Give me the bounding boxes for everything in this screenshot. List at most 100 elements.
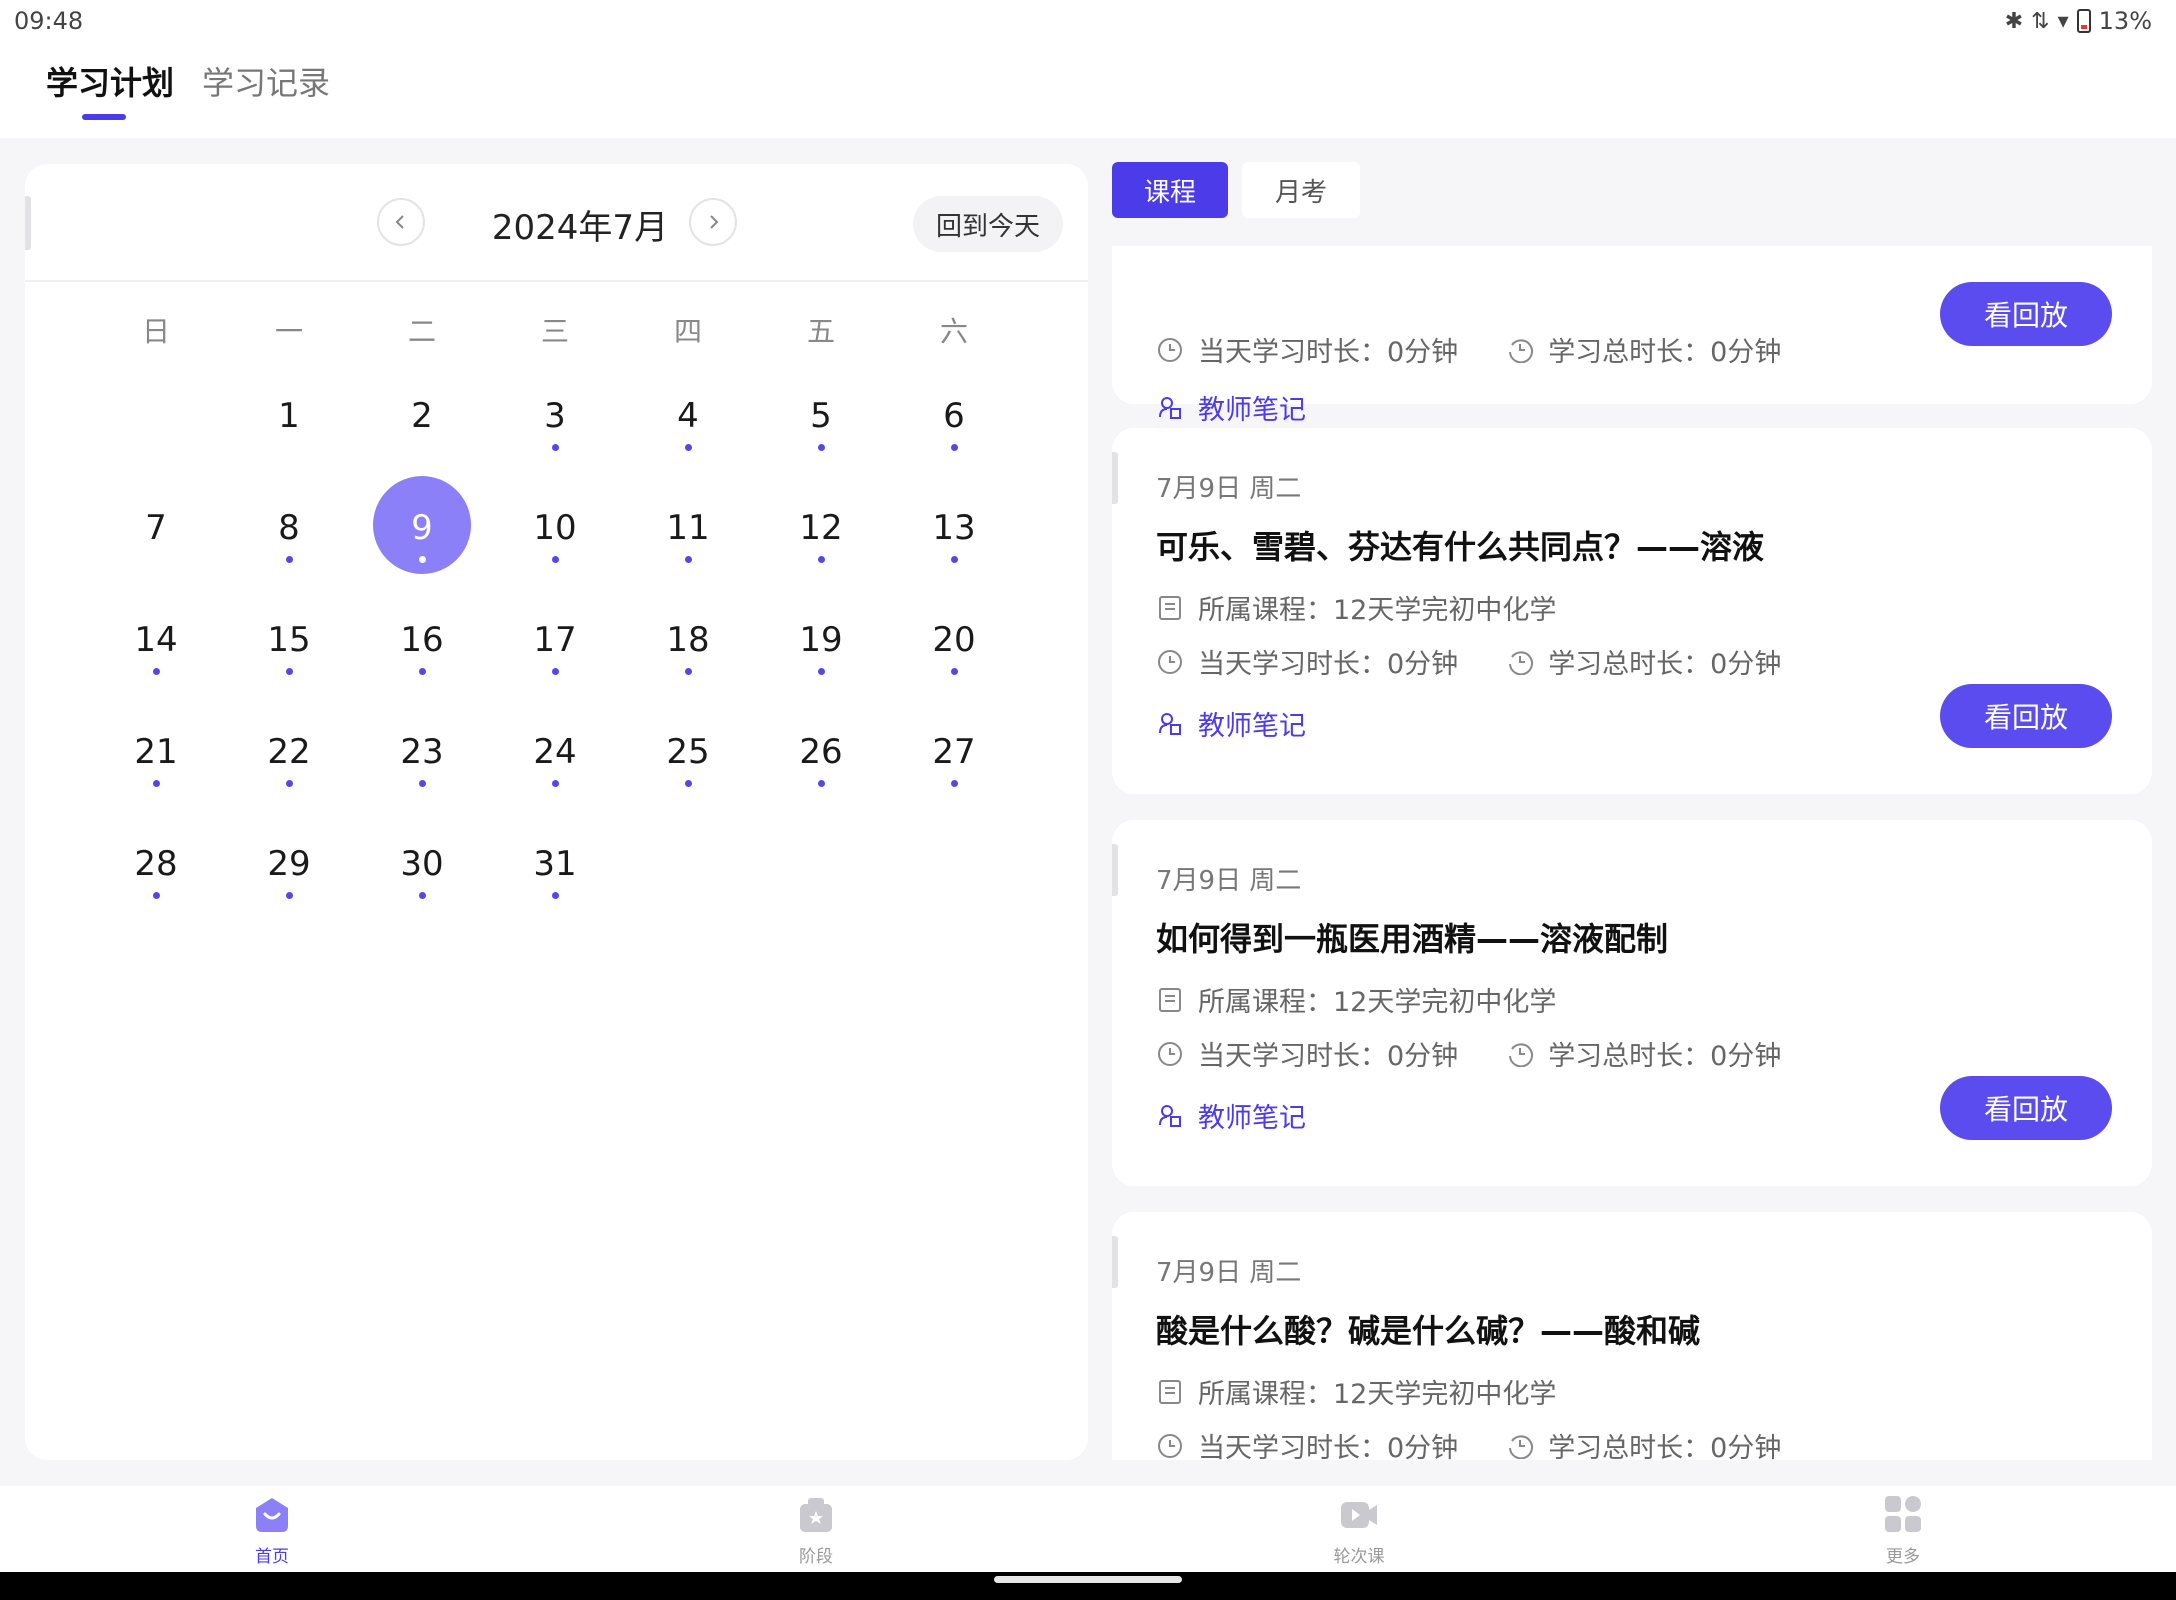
calendar-day[interactable]: 13 — [899, 508, 1009, 608]
day-number: 29 — [267, 844, 311, 884]
calendar-day[interactable]: 8 — [234, 508, 344, 608]
calendar-day[interactable]: 23 — [367, 732, 477, 832]
calendar-day[interactable]: 6 — [899, 396, 1009, 496]
calendar-day[interactable]: 27 — [899, 732, 1009, 832]
calendar-day[interactable]: 21 — [101, 732, 211, 832]
calendar-day[interactable]: 31 — [500, 844, 610, 944]
day-number: 6 — [943, 396, 965, 436]
course-name: 所属课程：12天学完初中化学 — [1198, 987, 1557, 1018]
lesson-title[interactable]: 如何得到一瓶医用酒精——溶液配制 — [1156, 914, 1668, 960]
calendar-day[interactable]: 15 — [234, 620, 344, 720]
grid-icon — [1881, 1492, 1925, 1536]
home-indicator[interactable] — [994, 1576, 1182, 1583]
has-lesson-dot — [951, 780, 958, 787]
calendar-day[interactable]: 30 — [367, 844, 477, 944]
nav-more-label: 更多 — [1886, 1547, 1920, 1567]
notes-icon — [1156, 1102, 1184, 1130]
tab-courses[interactable]: 课程 — [1112, 162, 1228, 218]
status-time: 09:48 — [14, 7, 84, 35]
day-number: 25 — [666, 732, 710, 772]
calendar-day[interactable]: 5 — [766, 396, 876, 496]
calendar-day[interactable]: 28 — [101, 844, 211, 944]
weekday-label: 一 — [274, 315, 303, 348]
teacher-notes-label: 教师笔记 — [1198, 1103, 1306, 1134]
calendar-day[interactable]: 16 — [367, 620, 477, 720]
calendar-day[interactable]: 4 — [633, 396, 743, 496]
wifi-icon: ▾ — [2057, 8, 2069, 34]
document-icon — [1156, 1378, 1184, 1406]
day-study-time: 当天学习时长：0分钟 — [1198, 1433, 1459, 1460]
nav-more[interactable]: 更多 — [1843, 1492, 1963, 1567]
nav-home[interactable]: 首页 — [212, 1492, 332, 1567]
day-number: 20 — [932, 620, 976, 660]
has-lesson-dot — [685, 556, 692, 563]
day-number: 27 — [932, 732, 976, 772]
calendar-day-selected[interactable]: 9 — [367, 476, 477, 608]
has-lesson-dot — [552, 556, 559, 563]
status-bar: 09:48 ✱ ⇅ ▾ 13% — [0, 0, 2176, 42]
tab-monthly-exam[interactable]: 月考 — [1242, 162, 1360, 218]
calendar-day[interactable]: 17 — [500, 620, 610, 720]
has-lesson-dot — [153, 780, 160, 787]
prev-month-button[interactable] — [377, 198, 425, 246]
history-icon — [1506, 336, 1534, 364]
replay-button[interactable]: 看回放 — [1940, 684, 2112, 748]
notes-icon — [1156, 710, 1184, 738]
month-title: 2024年7月 — [491, 208, 669, 248]
nav-round-course[interactable]: 轮次课 — [1299, 1492, 1419, 1567]
has-lesson-dot — [818, 556, 825, 563]
calendar-day[interactable]: 18 — [633, 620, 743, 720]
back-to-today-button[interactable]: 回到今天 — [913, 196, 1063, 252]
calendar-day[interactable]: 14 — [101, 620, 211, 720]
tab-study-plan[interactable]: 学习计划 — [46, 58, 174, 104]
has-lesson-dot — [685, 668, 692, 675]
lesson-title[interactable]: 可乐、雪碧、芬达有什么共同点？——溶液 — [1156, 522, 1764, 568]
calendar-day[interactable]: 10 — [500, 508, 610, 608]
lesson-date: 7月9日 周二 — [1156, 866, 1302, 896]
calendar-day[interactable]: 25 — [633, 732, 743, 832]
teacher-notes-link[interactable]: 教师笔记 — [1156, 1096, 1306, 1135]
battery-level: 13% — [2098, 7, 2152, 35]
total-study-time: 学习总时长：0分钟 — [1548, 1433, 1782, 1460]
day-number: 3 — [544, 396, 566, 436]
next-month-button[interactable] — [689, 198, 737, 246]
has-lesson-dot — [552, 892, 559, 899]
nav-stage-label: 阶段 — [799, 1547, 833, 1567]
has-lesson-dot — [286, 780, 293, 787]
replay-button[interactable]: 看回放 — [1940, 1076, 2112, 1140]
calendar-day[interactable]: 26 — [766, 732, 876, 832]
has-lesson-dot — [419, 668, 426, 675]
notes-icon — [1156, 394, 1184, 422]
teacher-notes-label: 教师笔记 — [1198, 711, 1306, 742]
has-lesson-dot — [419, 556, 426, 563]
calendar-day[interactable]: 29 — [234, 844, 344, 944]
clock-icon — [1156, 648, 1184, 676]
calendar-day[interactable]: 12 — [766, 508, 876, 608]
replay-button[interactable]: 看回放 — [1940, 282, 2112, 346]
bottom-nav: 首页 阶段 轮次课 更多 — [0, 1486, 2176, 1572]
calendar-day[interactable]: 7 — [101, 508, 211, 608]
weekday-label: 二 — [407, 315, 436, 348]
teacher-notes-link[interactable]: 教师笔记 — [1156, 388, 1306, 427]
calendar-day[interactable]: 11 — [633, 508, 743, 608]
day-number: 16 — [400, 620, 444, 660]
has-lesson-dot — [286, 556, 293, 563]
tab-study-record[interactable]: 学习记录 — [202, 58, 330, 104]
nav-stage[interactable]: 阶段 — [756, 1492, 876, 1567]
has-lesson-dot — [419, 780, 426, 787]
has-lesson-dot — [153, 668, 160, 675]
document-icon — [1156, 986, 1184, 1014]
lesson-title[interactable]: 酸是什么酸？碱是什么碱？——酸和碱 — [1156, 1306, 1700, 1352]
weekday-label: 五 — [806, 315, 835, 348]
calendar-day[interactable]: 24 — [500, 732, 610, 832]
calendar-day[interactable]: 22 — [234, 732, 344, 832]
calendar-day[interactable]: 20 — [899, 620, 1009, 720]
day-number: 22 — [267, 732, 311, 772]
teacher-notes-link[interactable]: 教师笔记 — [1156, 704, 1306, 743]
calendar-day[interactable]: 19 — [766, 620, 876, 720]
day-number: 5 — [810, 396, 832, 436]
day-number: 21 — [134, 732, 178, 772]
calendar-day[interactable]: 3 — [500, 396, 610, 496]
total-study-time: 学习总时长：0分钟 — [1548, 649, 1782, 680]
calendar-day[interactable]: 1 — [234, 396, 344, 496]
